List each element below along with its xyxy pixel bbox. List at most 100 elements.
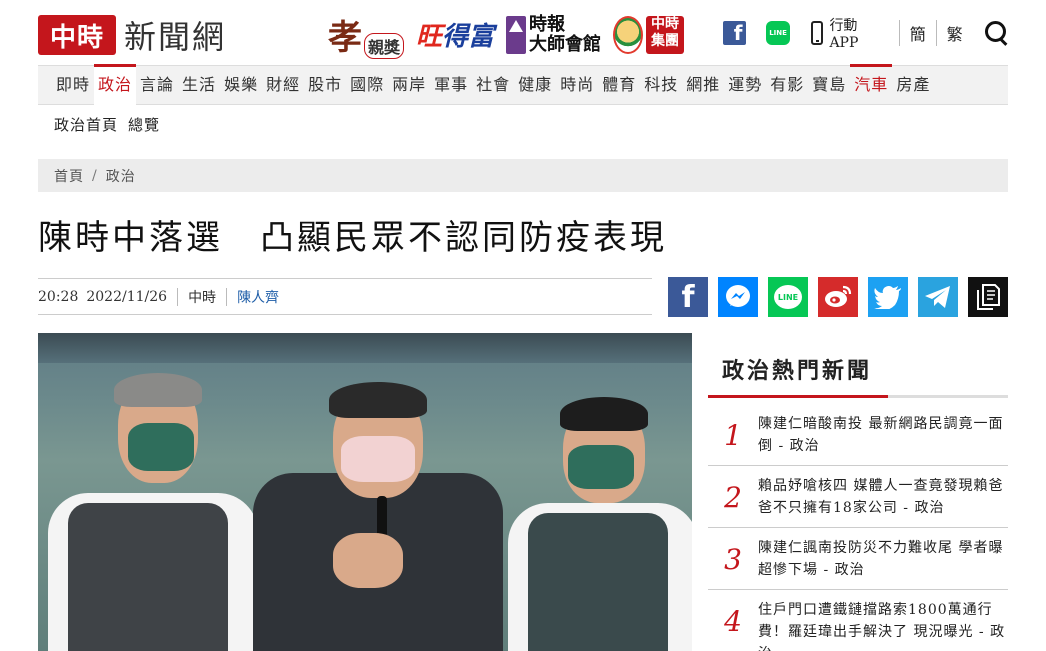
- list-item[interactable]: 4 住戶門口遭鐵鏈擋路索1800萬通行費！羅廷瑋出手解決了 現況曝光 - 政治: [708, 590, 1008, 651]
- copy-icon: [977, 284, 1000, 310]
- times-logo-icon: [506, 15, 527, 54]
- nav-item-opinion[interactable]: 言論: [136, 65, 178, 105]
- divider: [898, 20, 900, 46]
- china-times-group-link[interactable]: 中時集團: [613, 15, 685, 54]
- photo-background: [38, 333, 692, 363]
- breadcrumb: 首頁 / 政治: [38, 159, 1008, 192]
- wangdefu-link[interactable]: 旺得富: [416, 16, 494, 53]
- nav-item-finance[interactable]: 財經: [262, 65, 304, 105]
- messenger-icon: [726, 285, 750, 307]
- sidebar-title-underline: [708, 395, 1008, 398]
- subnav-overview[interactable]: 總覽: [128, 114, 160, 135]
- weibo-icon: [825, 285, 852, 307]
- sidebar-title: 政治熱門新聞: [722, 358, 873, 384]
- times-master-line1: 時報: [529, 13, 566, 35]
- site-header: 中時 新聞網 孝 親獎 旺得富 時報 大師會館 中時集團 f LINE 行動AP…: [38, 0, 1008, 64]
- article-photo[interactable]: [38, 333, 692, 651]
- facebook-icon[interactable]: f: [723, 21, 747, 45]
- share-telegram-button[interactable]: [918, 277, 958, 317]
- list-item[interactable]: 1 陳建仁暗酸南投 最新網路民調竟一面倒 - 政治: [708, 404, 1008, 466]
- nav-item-realestate[interactable]: 房產: [892, 65, 934, 105]
- nav-item-military[interactable]: 軍事: [430, 65, 472, 105]
- header-tools: f LINE 行動APP 簡 繁: [723, 15, 1008, 51]
- article-author[interactable]: 陳人齊: [237, 287, 279, 307]
- hot-news-headline[interactable]: 賴品妤嗆核四 媒體人一查竟發現賴爸爸不只擁有18家公司 - 政治: [758, 475, 1008, 519]
- hot-news-headline[interactable]: 陳建仁諷南投防災不力難收尾 學者曝超慘下場 - 政治: [758, 537, 1008, 581]
- photo-person-left: [38, 373, 268, 651]
- breadcrumb-separator: /: [92, 167, 98, 184]
- nav-item-international[interactable]: 國際: [346, 65, 388, 105]
- xiao-award-sub: 親獎: [364, 33, 405, 59]
- hot-news-headline[interactable]: 住戶門口遭鐵鏈擋路索1800萬通行費！羅廷瑋出手解決了 現況曝光 - 政治: [758, 599, 1008, 651]
- main-nav: 即時 政治 言論 生活 娛樂 財經 股市 國際 兩岸 軍事 社會 健康 時尚 體…: [38, 64, 1008, 105]
- nav-item-sports[interactable]: 體育: [598, 65, 640, 105]
- nav-item-taiwan[interactable]: 寶島: [808, 65, 850, 105]
- wangdefu-a: 旺: [416, 22, 443, 52]
- share-bar: f LINE: [668, 277, 1008, 317]
- line-icon[interactable]: LINE: [766, 21, 790, 45]
- mobile-phone-icon[interactable]: [810, 21, 824, 45]
- nav-item-politics[interactable]: 政治: [94, 64, 137, 105]
- nav-item-health[interactable]: 健康: [514, 65, 556, 105]
- times-master-link[interactable]: 時報 大師會館: [506, 13, 602, 55]
- nav-item-web[interactable]: 網推: [682, 65, 724, 105]
- share-weibo-button[interactable]: [818, 277, 858, 317]
- divider: [226, 287, 228, 306]
- share-twitter-button[interactable]: [868, 277, 908, 317]
- nav-item-tech[interactable]: 科技: [640, 65, 682, 105]
- list-item[interactable]: 3 陳建仁諷南投防災不力難收尾 學者曝超慘下場 - 政治: [708, 528, 1008, 590]
- article-date: 2022/11/26: [86, 288, 168, 305]
- nav-item-entertainment[interactable]: 娛樂: [220, 65, 262, 105]
- nav-item-society[interactable]: 社會: [472, 65, 514, 105]
- photo-person-center: [253, 378, 503, 651]
- hot-news-headline[interactable]: 陳建仁暗酸南投 最新網路民調竟一面倒 - 政治: [758, 413, 1008, 457]
- hot-news-list: 1 陳建仁暗酸南投 最新網路民調竟一面倒 - 政治 2 賴品妤嗆核四 媒體人一查…: [708, 404, 1008, 651]
- lang-traditional[interactable]: 繁: [947, 21, 963, 45]
- nav-item-cars[interactable]: 汽車: [850, 64, 893, 105]
- hot-news-rank: 4: [724, 605, 742, 638]
- xiao-award-link[interactable]: 孝 親獎: [328, 10, 405, 59]
- divider: [935, 20, 937, 46]
- logo-text: 新聞網: [124, 18, 227, 56]
- article-time: 20:28: [38, 288, 79, 305]
- breadcrumb-current[interactable]: 政治: [106, 166, 136, 186]
- wangdefu-b: 得富: [442, 22, 495, 52]
- breadcrumb-home[interactable]: 首頁: [54, 166, 84, 186]
- article-title: 陳時中落選 凸顯民眾不認同防疫表現: [38, 218, 667, 258]
- twitter-icon: [874, 286, 901, 309]
- lang-simplified[interactable]: 簡: [910, 21, 926, 45]
- subnav-politics-home[interactable]: 政治首頁: [54, 114, 118, 135]
- group-box: 中時集團: [646, 15, 685, 54]
- nav-item-video[interactable]: 有影: [766, 65, 808, 105]
- photo-person-right: [508, 393, 692, 651]
- mobile-app-link[interactable]: 行動APP: [829, 15, 884, 51]
- nav-item-life[interactable]: 生活: [178, 65, 220, 105]
- hot-news-rank: 1: [724, 419, 742, 452]
- nav-item-fashion[interactable]: 時尚: [556, 65, 598, 105]
- times-master-line2: 大師會館: [529, 33, 602, 55]
- nav-item-fortune[interactable]: 運勢: [724, 65, 766, 105]
- nav-item-stocks[interactable]: 股市: [304, 65, 346, 105]
- logo-mark: 中時: [38, 15, 116, 55]
- hot-news-rank: 3: [724, 543, 742, 576]
- nav-item-cross-strait[interactable]: 兩岸: [388, 65, 430, 105]
- facebook-icon: f: [681, 279, 695, 315]
- hot-news-rank: 2: [724, 481, 742, 514]
- divider: [177, 287, 179, 306]
- nav-item-realtime[interactable]: 即時: [52, 65, 94, 105]
- list-item[interactable]: 2 賴品妤嗆核四 媒體人一查竟發現賴爸爸不只擁有18家公司 - 政治: [708, 466, 1008, 528]
- xiao-award-mark: 孝: [328, 18, 362, 58]
- site-logo[interactable]: 中時 新聞網: [38, 12, 226, 58]
- article-source: 中時: [188, 289, 217, 306]
- article-meta: 20:28 2022/11/26 中時 陳人齊: [38, 278, 652, 315]
- share-line-button[interactable]: LINE: [768, 277, 808, 317]
- line-icon: LINE: [774, 285, 802, 309]
- copy-link-button[interactable]: [968, 277, 1008, 317]
- search-icon[interactable]: [984, 21, 1008, 45]
- share-facebook-button[interactable]: f: [668, 277, 708, 317]
- telegram-icon: [925, 286, 950, 308]
- sub-nav: 政治首頁 總覽: [54, 114, 160, 135]
- mascot-icon: [613, 15, 644, 54]
- partner-links: 孝 親獎 旺得富 時報 大師會館 中時集團: [328, 10, 685, 59]
- share-messenger-button[interactable]: [718, 277, 758, 317]
